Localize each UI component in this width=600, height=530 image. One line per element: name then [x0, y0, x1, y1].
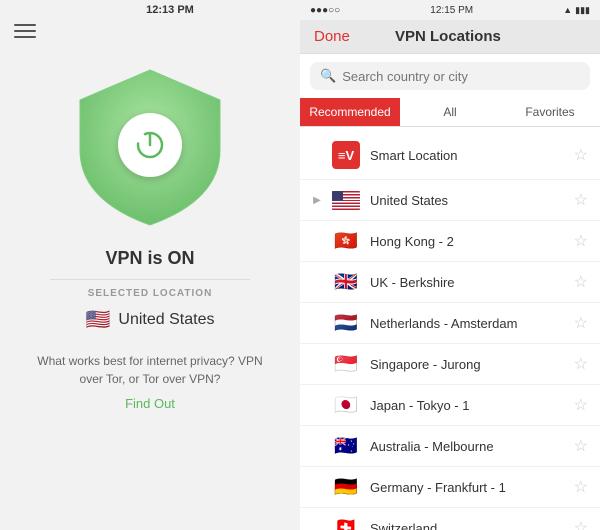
left-time: 12:13 PM [106, 4, 194, 16]
flag-sg: 🇸🇬 [332, 354, 360, 374]
vpn-locations-title: VPN Locations [395, 28, 501, 45]
location-item-smart[interactable]: ≡V Smart Location ☆ [300, 131, 600, 180]
favorite-star-de[interactable]: ☆ [574, 477, 588, 497]
favorite-star-uk[interactable]: ☆ [574, 272, 588, 292]
done-button[interactable]: Done [314, 28, 350, 45]
shield-container [65, 60, 235, 230]
favorite-star-sg[interactable]: ☆ [574, 354, 588, 374]
flag-us [332, 191, 360, 210]
signal-icons: ●●●○○ [310, 5, 340, 16]
expand-arrow-us: ▶ [312, 195, 322, 206]
location-item-us[interactable]: ▶ United States ☆ [300, 180, 600, 221]
tab-all[interactable]: All [400, 98, 500, 126]
right-time: 12:15 PM [430, 5, 473, 16]
location-name-au: Australia - Melbourne [370, 439, 564, 454]
right-status-icons: ▲ ▮▮▮ [563, 5, 590, 16]
location-name-jp: Japan - Tokyo - 1 [370, 398, 564, 413]
tab-favorites[interactable]: Favorites [500, 98, 600, 126]
favorite-star-au[interactable]: ☆ [574, 436, 588, 456]
location-name-sg: Singapore - Jurong [370, 357, 564, 372]
flag-uk: 🇬🇧 [332, 272, 360, 292]
hamburger-line-1 [14, 24, 36, 26]
favorite-star-hk[interactable]: ☆ [574, 231, 588, 251]
flag-nl: 🇳🇱 [332, 313, 360, 333]
locations-list: ≡V Smart Location ☆ ▶ United States ☆ 🇭🇰… [300, 131, 600, 530]
favorite-star-nl[interactable]: ☆ [574, 313, 588, 333]
hamburger-line-3 [14, 36, 36, 38]
right-panel: ●●●○○ 12:15 PM ▲ ▮▮▮ Done VPN Locations … [300, 0, 600, 530]
search-input[interactable] [342, 69, 580, 84]
favorite-star-jp[interactable]: ☆ [574, 395, 588, 415]
location-item-nl[interactable]: 🇳🇱 Netherlands - Amsterdam ☆ [300, 303, 600, 344]
flag-ch: 🇨🇭 [332, 518, 360, 530]
find-out-link[interactable]: Find Out [125, 396, 175, 411]
vpn-status-text: VPN is ON [105, 248, 194, 269]
location-name-ch: Switzerland [370, 521, 564, 530]
location-item-de[interactable]: 🇩🇪 Germany - Frankfurt - 1 ☆ [300, 467, 600, 508]
location-name-hk: Hong Kong - 2 [370, 234, 564, 249]
left-panel: 12:13 PM VPN is ON SELECTED LOCATION 🇺� [0, 0, 300, 530]
flag-au: 🇦🇺 [332, 436, 360, 456]
location-name-uk: UK - Berkshire [370, 275, 564, 290]
left-status-bar: 12:13 PM [0, 0, 300, 20]
search-bar: 🔍 [310, 62, 590, 90]
location-name-de: Germany - Frankfurt - 1 [370, 480, 564, 495]
selected-location-name: United States [118, 311, 214, 329]
location-name-nl: Netherlands - Amsterdam [370, 316, 564, 331]
favorite-star-us[interactable]: ☆ [574, 190, 588, 210]
right-header: Done VPN Locations [300, 20, 600, 54]
location-item-hk[interactable]: 🇭🇰 Hong Kong - 2 ☆ [300, 221, 600, 262]
wifi-icon: ▲ [563, 5, 572, 15]
selected-location-label: SELECTED LOCATION [88, 288, 213, 299]
smart-location-icon: ≡V [332, 141, 360, 169]
location-name-smart: Smart Location [370, 148, 564, 163]
favorite-star-smart[interactable]: ☆ [574, 145, 588, 165]
promo-text: What works best for internet privacy? VP… [0, 352, 300, 388]
search-icon: 🔍 [320, 68, 336, 84]
location-item-sg[interactable]: 🇸🇬 Singapore - Jurong ☆ [300, 344, 600, 385]
selected-flag-icon: 🇺🇸 [86, 307, 111, 332]
location-item-jp[interactable]: 🇯🇵 Japan - Tokyo - 1 ☆ [300, 385, 600, 426]
power-button[interactable] [118, 113, 182, 177]
flag-de: 🇩🇪 [332, 477, 360, 497]
location-item-uk[interactable]: 🇬🇧 UK - Berkshire ☆ [300, 262, 600, 303]
battery-icon: ▮▮▮ [575, 5, 590, 16]
divider [50, 279, 250, 280]
location-item-au[interactable]: 🇦🇺 Australia - Melbourne ☆ [300, 426, 600, 467]
selected-location: 🇺🇸 United States [86, 307, 215, 332]
menu-button[interactable] [14, 24, 36, 38]
tab-recommended[interactable]: Recommended [300, 98, 400, 126]
flag-jp: 🇯🇵 [332, 395, 360, 415]
flag-hk: 🇭🇰 [332, 231, 360, 251]
tabs-row: Recommended All Favorites [300, 98, 600, 127]
location-item-ch[interactable]: 🇨🇭 Switzerland ☆ [300, 508, 600, 530]
power-icon [134, 129, 166, 161]
right-status-bar: ●●●○○ 12:15 PM ▲ ▮▮▮ [300, 0, 600, 20]
hamburger-line-2 [14, 30, 36, 32]
favorite-star-ch[interactable]: ☆ [574, 518, 588, 530]
location-name-us: United States [370, 193, 564, 208]
